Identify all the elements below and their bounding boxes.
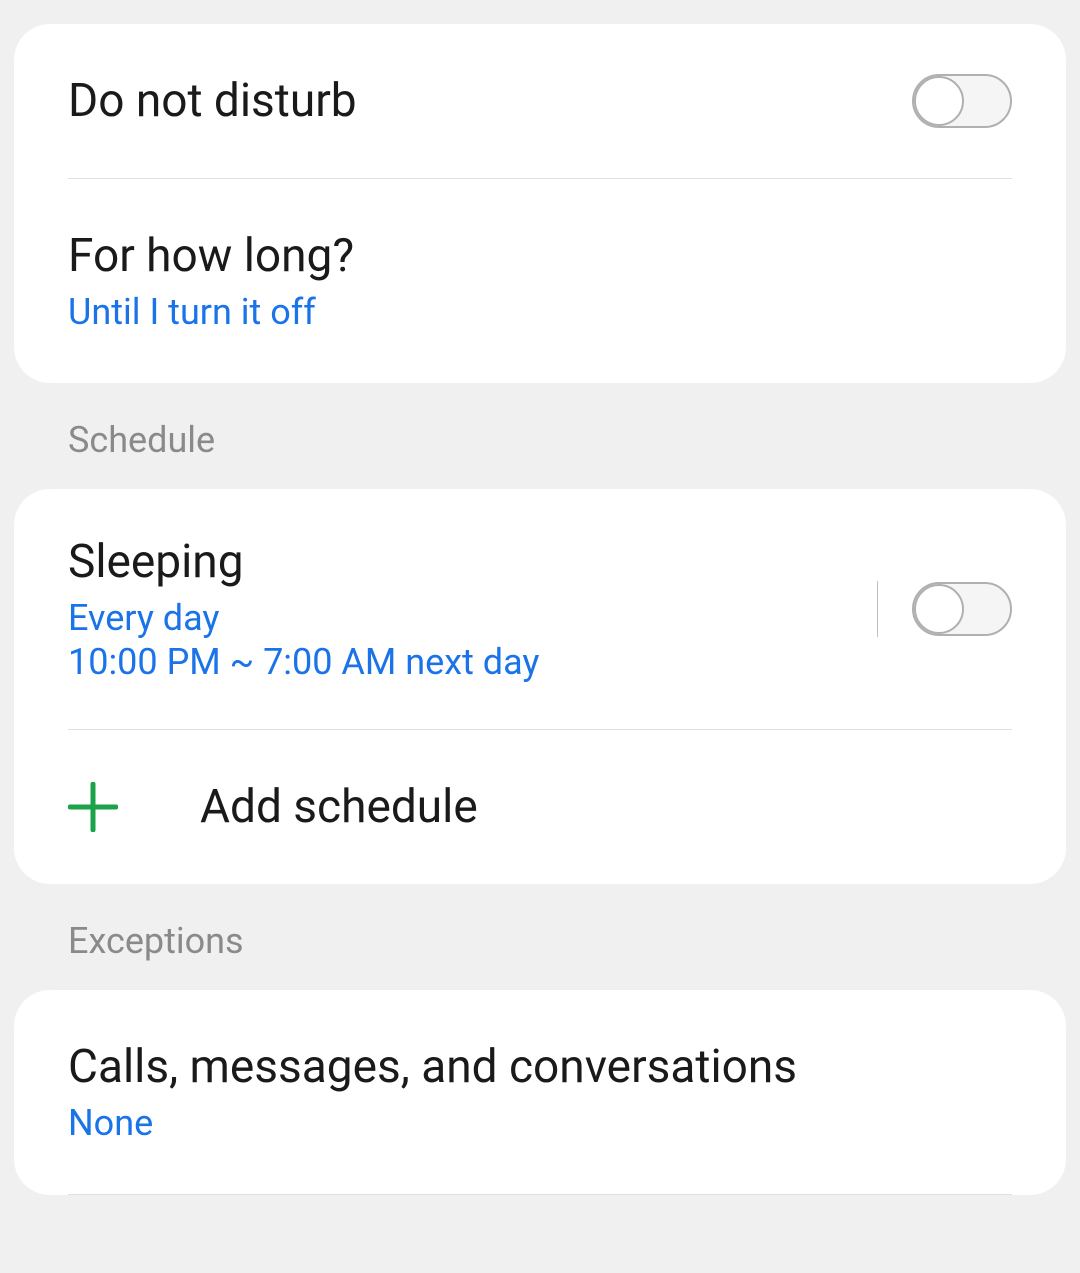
sleeping-toggle-knob (914, 584, 964, 634)
exceptions-card: Calls, messages, and conversations None (14, 990, 1066, 1195)
dnd-title: Do not disturb (68, 74, 912, 128)
calls-messages-wrap: Calls, messages, and conversations None (68, 1040, 1012, 1144)
dnd-duration-label: For how long? (68, 229, 1012, 283)
sleeping-time: 10:00 PM ~ 7:00 AM next day (68, 641, 877, 683)
sleeping-row[interactable]: Sleeping Every day 10:00 PM ~ 7:00 AM ne… (14, 489, 1066, 729)
dnd-toggle-row[interactable]: Do not disturb (14, 24, 1066, 178)
sleeping-days: Every day (68, 597, 877, 639)
dnd-duration-wrap: For how long? Until I turn it off (68, 229, 1012, 333)
dnd-toggle-knob (914, 76, 964, 126)
add-schedule-label: Add schedule (200, 780, 478, 834)
calls-messages-value: None (68, 1102, 1012, 1144)
add-schedule-row[interactable]: Add schedule (14, 730, 1066, 884)
dnd-toggle[interactable] (912, 74, 1012, 128)
calls-messages-row[interactable]: Calls, messages, and conversations None (14, 990, 1066, 1194)
schedule-card: Sleeping Every day 10:00 PM ~ 7:00 AM ne… (14, 489, 1066, 884)
dnd-duration-row[interactable]: For how long? Until I turn it off (14, 179, 1066, 383)
sleeping-title: Sleeping (68, 535, 877, 589)
dnd-duration-value: Until I turn it off (68, 291, 1012, 333)
sleeping-info: Sleeping Every day 10:00 PM ~ 7:00 AM ne… (68, 535, 877, 683)
dnd-card: Do not disturb For how long? Until I tur… (14, 24, 1066, 383)
dnd-title-wrap: Do not disturb (68, 74, 912, 128)
divider (68, 1194, 1012, 1195)
plus-icon (68, 782, 118, 832)
sleeping-toggle[interactable] (912, 582, 1012, 636)
calls-messages-title: Calls, messages, and conversations (68, 1040, 1012, 1094)
vertical-divider (877, 581, 878, 637)
schedule-section-header: Schedule (0, 383, 1080, 489)
exceptions-section-header: Exceptions (0, 884, 1080, 990)
